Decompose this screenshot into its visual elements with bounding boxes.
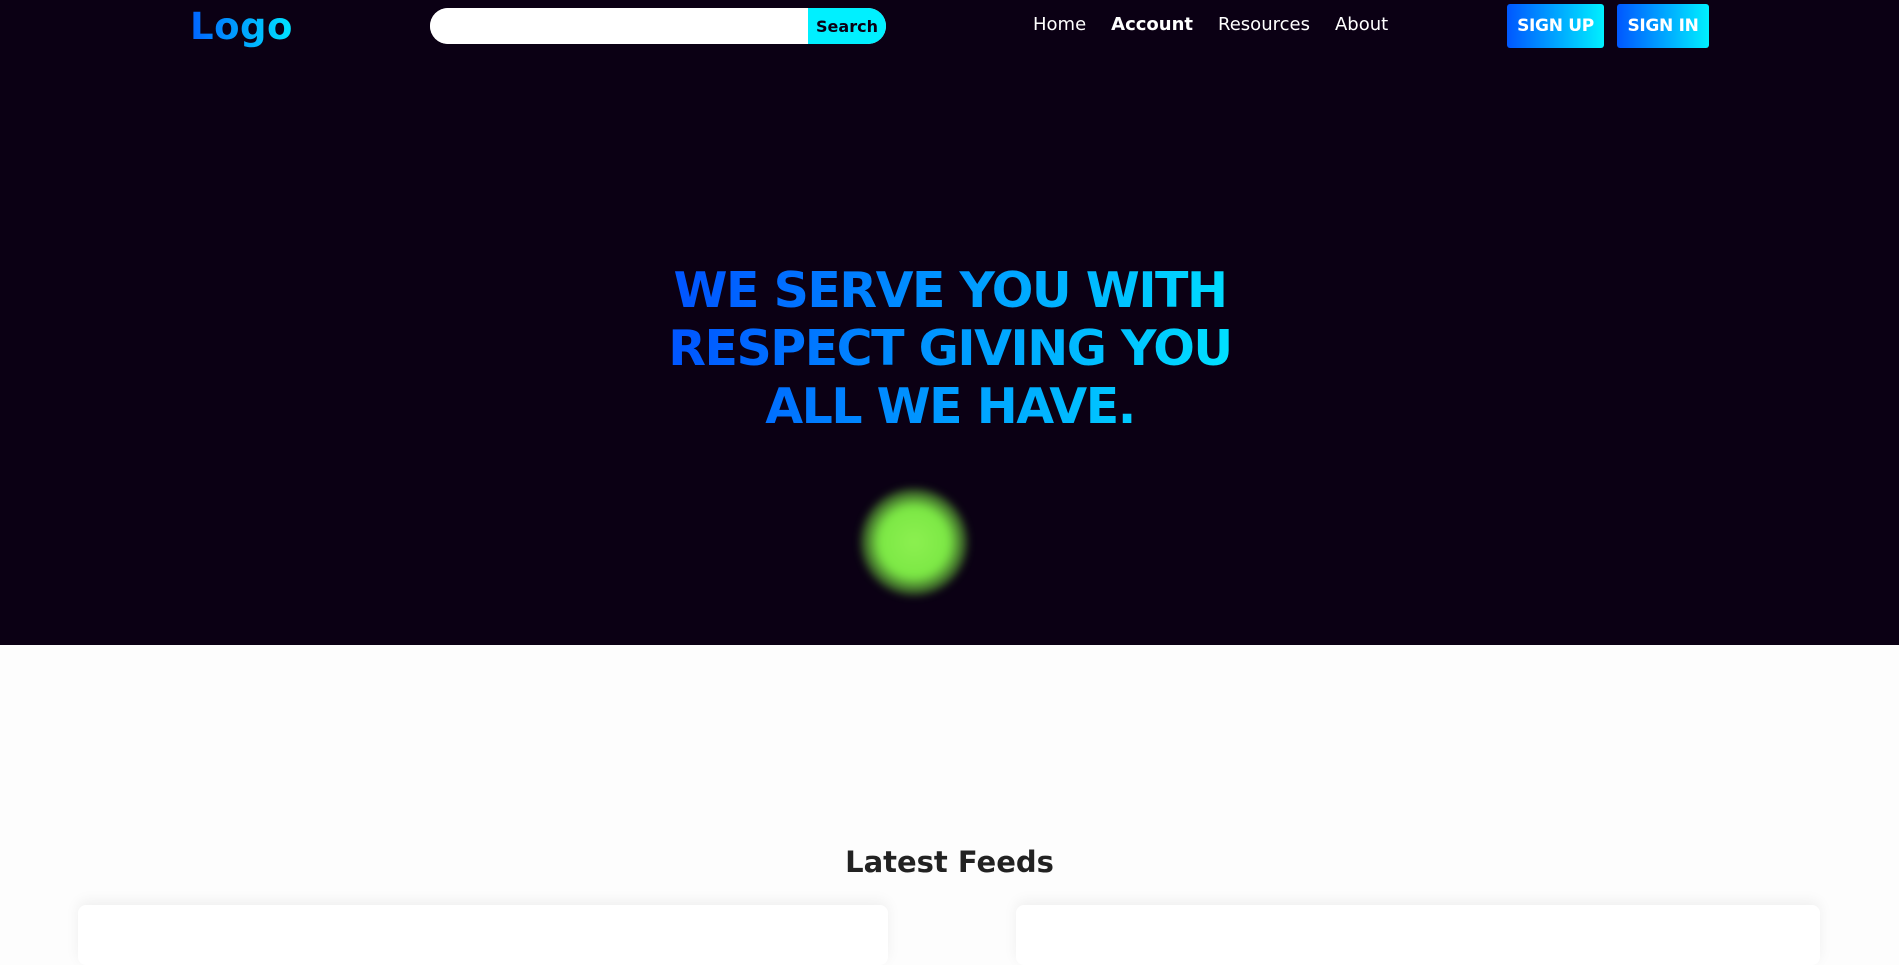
logo[interactable]: Logo — [190, 2, 293, 52]
nav-resources[interactable]: Resources — [1218, 12, 1310, 38]
feed-card[interactable] — [78, 905, 888, 965]
latest-feeds-title: Latest Feeds — [845, 845, 1054, 879]
headline-line-2: RESPECT GIVING YOU — [668, 320, 1232, 377]
nav-account[interactable]: Account — [1111, 12, 1193, 38]
headline-line-1: WE SERVE YOU WITH — [673, 262, 1227, 319]
headline-line-3: ALL WE HAVE. — [765, 378, 1135, 435]
glow-orb — [860, 488, 968, 596]
search-bar: Search — [430, 8, 886, 44]
sign-up-button[interactable]: SIGN UP — [1507, 4, 1604, 48]
nav-home[interactable]: Home — [1033, 12, 1086, 38]
main-nav: Home Account Resources About — [1033, 12, 1388, 38]
search-input[interactable] — [430, 8, 808, 44]
nav-about[interactable]: About — [1335, 12, 1388, 38]
hero-section: Logo Search Home Account Resources About… — [0, 0, 1899, 645]
hero-headline: WE SERVE YOU WITH RESPECT GIVING YOU ALL… — [630, 262, 1270, 436]
search-button[interactable]: Search — [808, 8, 886, 44]
feed-card[interactable] — [1016, 905, 1820, 965]
navbar: Logo Search Home Account Resources About… — [0, 0, 1899, 56]
sign-in-button[interactable]: SIGN IN — [1617, 4, 1709, 48]
